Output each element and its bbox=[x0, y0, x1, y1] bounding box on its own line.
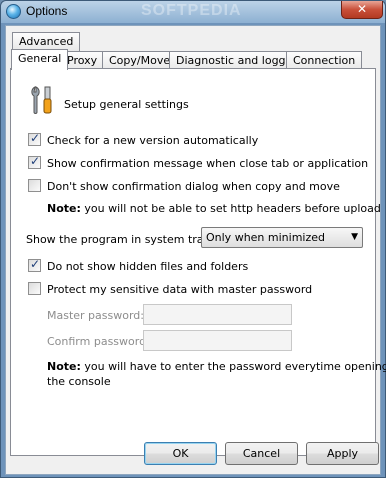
dont-show-copy-move-label[interactable]: Don't show confirmation dialog when copy… bbox=[47, 180, 340, 193]
cancel-button[interactable]: Cancel bbox=[225, 442, 298, 465]
show-confirmation-checkbox[interactable] bbox=[28, 154, 41, 169]
window-title: Options bbox=[26, 4, 68, 18]
protect-data-checkbox[interactable] bbox=[28, 282, 41, 295]
master-password-label: Master password: bbox=[47, 309, 144, 322]
watermark: SOFTPEDIA bbox=[141, 2, 242, 19]
dialog-client: Advanced General Proxy Copy/Move Diagnos… bbox=[5, 25, 386, 475]
note-text: you will not be able to set http headers… bbox=[84, 202, 381, 215]
options-window: Options SOFTPEDIA ✕ Advanced General Pro… bbox=[0, 0, 386, 478]
tray-label: Show the program in system tray: bbox=[26, 233, 213, 246]
tray-select[interactable]: Only when minimized ▼ bbox=[201, 227, 363, 248]
hidden-files-checkbox[interactable] bbox=[28, 257, 41, 272]
apply-button[interactable]: Apply bbox=[306, 442, 379, 465]
close-button[interactable]: ✕ bbox=[341, 1, 383, 19]
note-http-headers: Note: you will not be able to set http h… bbox=[47, 202, 381, 215]
general-header: Setup general settings bbox=[64, 98, 189, 111]
tools-icon bbox=[31, 86, 52, 114]
hidden-files-label[interactable]: Do not show hidden files and folders bbox=[47, 260, 248, 273]
note-password-line2: the console bbox=[47, 375, 111, 388]
general-panel: Setup general settings Check for a new v… bbox=[10, 68, 386, 456]
app-icon bbox=[6, 4, 21, 19]
show-confirmation-label[interactable]: Show confirmation message when close tab… bbox=[47, 157, 368, 170]
chevron-down-icon: ▼ bbox=[351, 232, 358, 242]
note-text: you will have to enter the password ever… bbox=[84, 360, 386, 373]
confirm-password-input[interactable] bbox=[143, 330, 292, 351]
master-password-input[interactable] bbox=[143, 304, 292, 325]
note-password: Note: you will have to enter the passwor… bbox=[47, 360, 386, 373]
ok-button[interactable]: OK bbox=[144, 442, 217, 465]
protect-data-label[interactable]: Protect my sensitive data with master pa… bbox=[47, 283, 312, 296]
tab-general[interactable]: General bbox=[11, 49, 69, 70]
tray-select-value: Only when minimized bbox=[206, 231, 325, 244]
check-new-version-label[interactable]: Check for a new version automatically bbox=[47, 134, 258, 147]
note-label: Note: bbox=[47, 202, 81, 215]
title-bar[interactable]: Options SOFTPEDIA ✕ bbox=[1, 1, 385, 23]
dont-show-copy-move-checkbox[interactable] bbox=[28, 179, 41, 192]
confirm-password-label: Confirm password: bbox=[47, 335, 150, 348]
note-label: Note: bbox=[47, 360, 81, 373]
check-new-version-checkbox[interactable] bbox=[28, 131, 41, 146]
